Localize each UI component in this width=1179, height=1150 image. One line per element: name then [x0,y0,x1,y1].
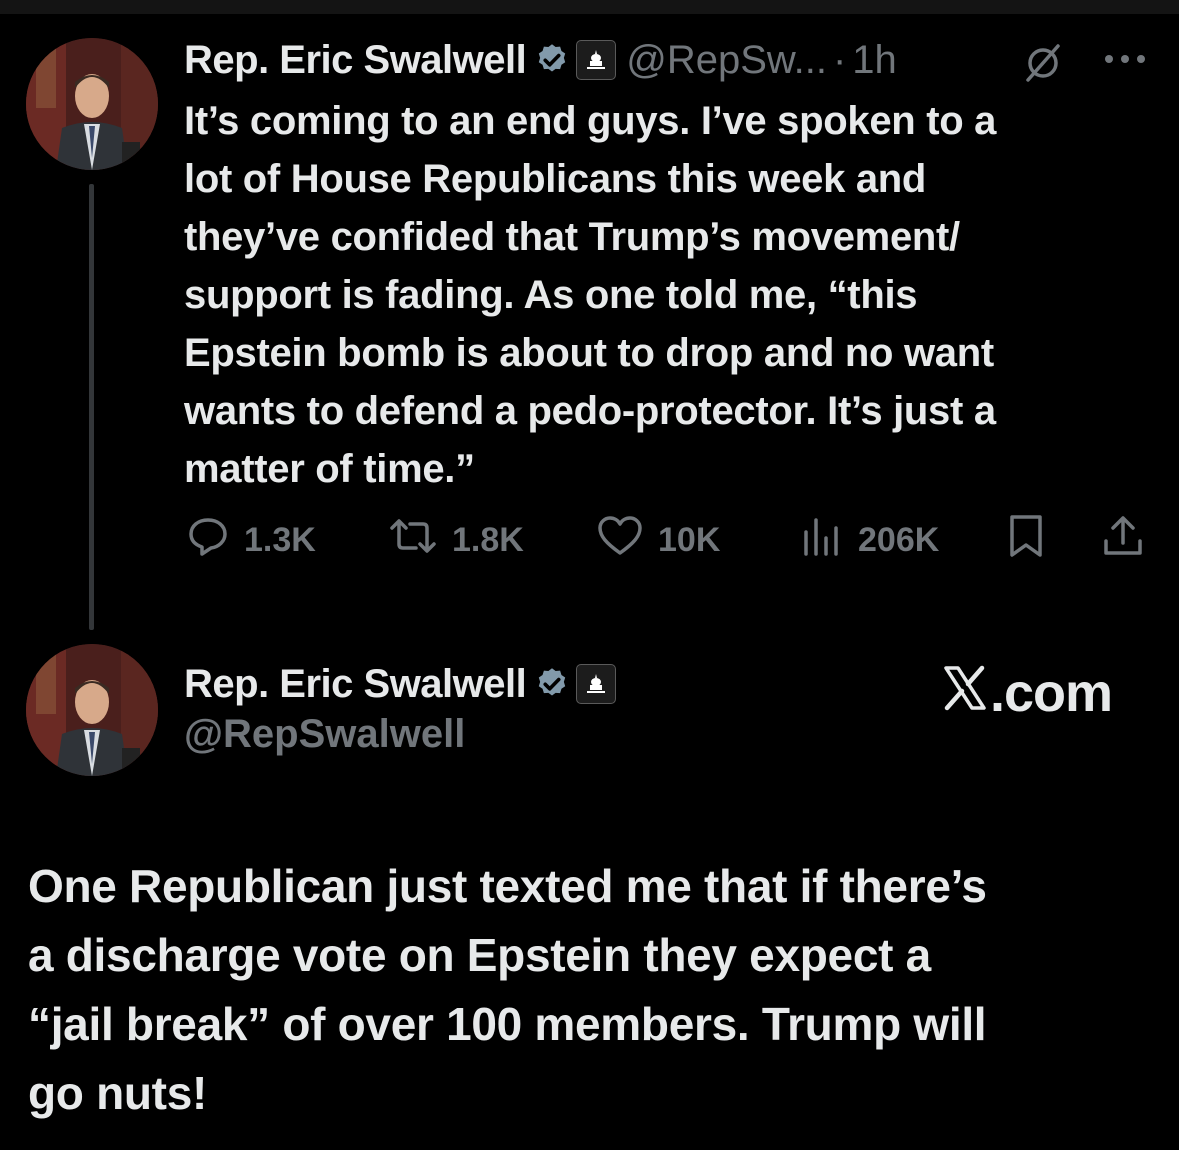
x-com-watermark: .com [942,662,1113,724]
bookmark-icon [1006,513,1046,568]
views-button[interactable]: 206K [800,515,939,565]
quoted-author-handle[interactable]: @RepSwalwell [184,712,465,757]
verified-badge-icon [534,666,570,702]
share-icon [1100,513,1146,568]
government-badge-icon [576,40,617,80]
views-icon [800,514,844,567]
reply-count: 1.3K [244,520,316,559]
site-name: .com [990,663,1113,723]
reply-icon [186,514,230,567]
quoted-avatar[interactable] [26,644,158,776]
grok-icon[interactable] [1020,40,1066,91]
like-icon [596,514,644,567]
repost-button[interactable]: 1.8K [388,515,524,565]
quoted-author-name[interactable]: Rep. Eric Swalwell [184,662,527,707]
tweet-actions: 1.3K 1.8K 10K 206K [0,513,1179,568]
bookmark-button[interactable] [1006,513,1046,568]
top-strip [0,0,1179,14]
author-name[interactable]: Rep. Eric Swalwell [184,38,527,83]
more-icon[interactable] [1102,52,1148,71]
tweet-timestamp[interactable]: 1h [852,38,897,83]
tweet-header: Rep. Eric Swalwell @RepSw... · 1h [184,32,897,88]
like-count: 10K [658,520,721,559]
x-logo-icon [942,662,990,724]
reply-button[interactable]: 1.3K [186,515,316,565]
quoted-tweet-text: One Republican just texted me that if th… [28,860,987,1119]
repost-icon [388,514,438,567]
like-button[interactable]: 10K [596,515,720,565]
verified-badge-icon [534,42,570,78]
avatar[interactable] [26,38,158,170]
repost-count: 1.8K [452,520,524,559]
separator-dot: · [832,37,847,82]
quoted-header: Rep. Eric Swalwell [184,656,617,712]
government-badge-icon [576,664,617,704]
share-button[interactable] [1100,515,1146,565]
tweet-text: It’s coming to an end guys. I’ve spoken … [184,99,997,491]
view-count: 206K [858,520,940,559]
author-handle[interactable]: @RepSw... [626,38,827,83]
